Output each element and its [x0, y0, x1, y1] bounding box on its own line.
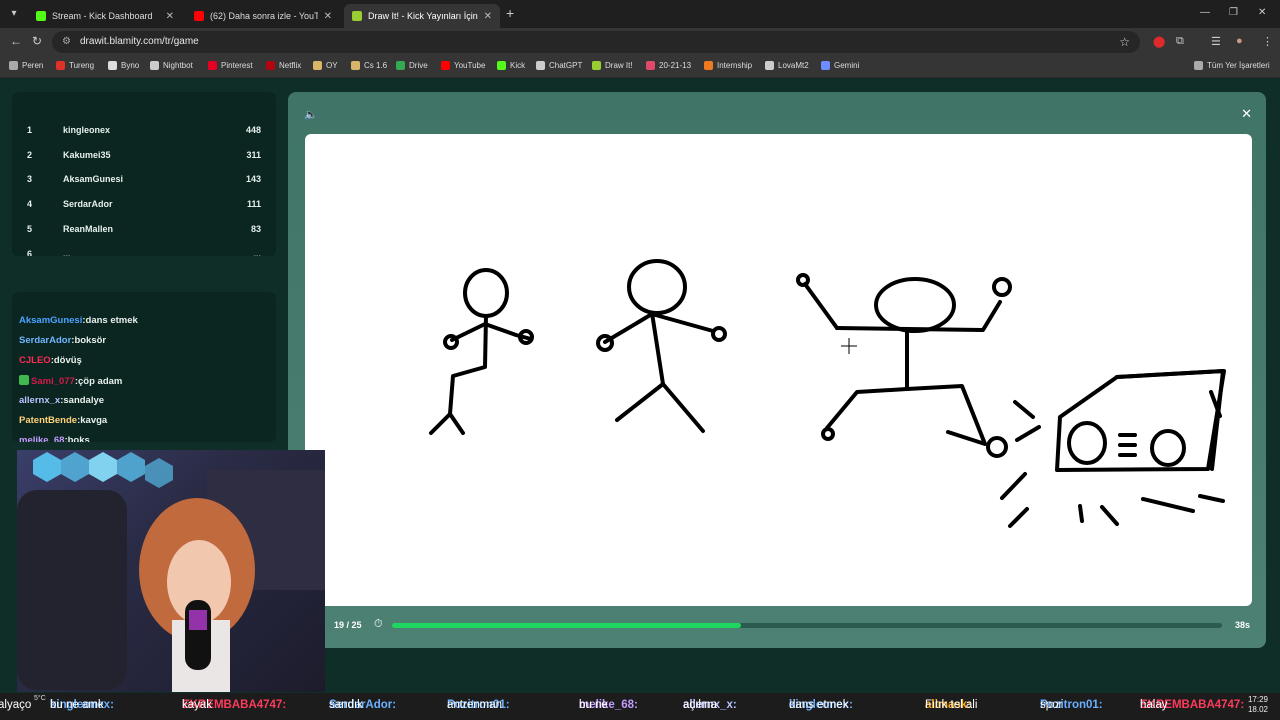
close-tab-icon[interactable]: ✕: [324, 11, 332, 22]
sound-icon[interactable]: 🔈: [304, 108, 318, 121]
reload-icon[interactable]: ↻: [32, 35, 42, 47]
site-info-icon[interactable]: ⚙: [62, 36, 71, 47]
bookmark-item[interactable]: Kick: [497, 61, 525, 70]
draw-it-icon: [352, 11, 362, 21]
close-game-button[interactable]: ✕: [1241, 106, 1252, 122]
browser-tab-bar: ▾ Stream - Kick Dashboard ✕ (62) Daha so…: [0, 0, 1280, 28]
byno-icon: [108, 61, 117, 70]
bookmark-item[interactable]: Pinterest: [208, 61, 253, 70]
tab-kick-dashboard[interactable]: Stream - Kick Dashboard ✕: [28, 4, 182, 28]
leaderboard-row: 2 Kakumei35 311: [27, 150, 261, 160]
kick-icon: [36, 11, 46, 21]
extensions-icon[interactable]: ⧉: [1176, 35, 1184, 48]
close-tab-icon[interactable]: ✕: [484, 11, 492, 22]
profile-avatar[interactable]: ●: [1236, 35, 1243, 47]
bookmark-item[interactable]: Peren: [9, 61, 43, 70]
bookmark-item[interactable]: Cs 1.6: [351, 61, 387, 70]
game-container: 🔈 ✕ 19 / 25 ⏱ 38s: [288, 92, 1266, 648]
leaderboard-row: 3 AksamGunesi 143: [27, 174, 261, 184]
draw-it-icon: [592, 61, 601, 70]
bookmark-item[interactable]: OY: [313, 61, 338, 70]
tab-search-icon[interactable]: ▾: [6, 6, 22, 22]
progress-track: [392, 623, 1222, 628]
reading-list-icon[interactable]: ☰: [1211, 35, 1221, 48]
chat-message: PatentBende:kavga: [19, 415, 108, 426]
chatgpt-icon: [536, 61, 545, 70]
bookmark-item[interactable]: 20-21-13: [646, 61, 691, 70]
leaderboard-row: 5 ReanMallen 83: [27, 224, 261, 234]
timer-icon: ⏱: [374, 618, 383, 630]
close-window-icon[interactable]: ✕: [1258, 7, 1266, 18]
gemini-icon: [821, 61, 830, 70]
leaderboard-row: 1 kingleonex 448: [27, 125, 261, 135]
leaderboard-panel: 1 kingleonex 448 2 Kakumei35 311 3 AksamGunes…: [12, 92, 276, 256]
minimize-icon[interactable]: —: [1200, 7, 1210, 18]
url-text: drawit.blamity.com/tr/game: [80, 36, 199, 47]
drawing: [429, 259, 1226, 528]
bookmark-item[interactable]: Draw It!: [592, 61, 633, 70]
bookmark-item[interactable]: YouTube: [441, 61, 485, 70]
all-bookmarks-folder[interactable]: Tüm Yer İşaretleri: [1194, 61, 1270, 70]
badge-icon: [19, 375, 29, 385]
round-counter: 19 / 25: [334, 620, 362, 630]
browser-toolbar: ← ↻ ⚙ drawit.blamity.com/tr/game ☆ ⬤ ⧉ ☰…: [0, 28, 1280, 56]
leaderboard-row: 6......: [27, 249, 261, 256]
oy-icon: [313, 61, 322, 70]
taskbar: 5°C alyaço kingleonex: bu ne amk EKREMBA…: [0, 693, 1280, 720]
youtube-icon: [194, 11, 204, 21]
chat-message: CJLEO:dövüş: [19, 355, 82, 366]
folder-icon: [1194, 61, 1203, 70]
bookmark-item[interactable]: Nightbot: [150, 61, 193, 70]
internship-icon: [704, 61, 713, 70]
chat-message: Sami_077:çöp adam: [19, 375, 122, 387]
tab-youtube[interactable]: (62) Daha sonra izle - YouTube ✕: [186, 4, 340, 28]
bookmark-item[interactable]: Byno: [108, 61, 139, 70]
bookmark-item[interactable]: Netflix: [266, 61, 301, 70]
folder-icon: [9, 61, 18, 70]
tab-draw-it[interactable]: Draw It! - Kick Yayınları İçin Çiz ✕: [344, 4, 500, 28]
chat-message: melike_68:boks: [19, 435, 90, 442]
bookmark-item[interactable]: Tureng: [56, 61, 94, 70]
chat-panel: AksamGunesi:dans etmek SerdarAdor:boksör…: [12, 292, 276, 442]
lovamt2-icon: [765, 61, 774, 70]
streamer-image: [17, 452, 325, 692]
restore-icon[interactable]: ❐: [1229, 7, 1238, 18]
bookmark-star-icon[interactable]: ☆: [1119, 35, 1130, 49]
chat-message: SerdarAdor:boksör: [19, 335, 107, 346]
menu-icon[interactable]: ⋮: [1262, 35, 1273, 48]
nightbot-icon: [150, 61, 159, 70]
chat-ticker: alyaço kingleonex: bu ne amk EKREMBABA47…: [0, 699, 1245, 711]
heart-icon: [646, 61, 655, 70]
progress-fill: [392, 623, 741, 628]
drawing-canvas[interactable]: [305, 134, 1252, 606]
bookmarks-bar: Peren Tureng Byno Nightbot Pinterest Net…: [0, 56, 1280, 78]
cs-icon: [351, 61, 360, 70]
leaderboard-row: 4 SerdarAdor 111: [27, 199, 261, 209]
kick-icon: [497, 61, 506, 70]
webcam-feed: [17, 450, 325, 692]
tureng-icon: [56, 61, 65, 70]
bookmark-item[interactable]: Internship: [704, 61, 752, 70]
address-bar[interactable]: ⚙ drawit.blamity.com/tr/game ☆: [52, 31, 1140, 53]
drive-icon: [396, 61, 405, 70]
youtube-icon: [441, 61, 450, 70]
bookmark-item[interactable]: Gemini: [821, 61, 859, 70]
bookmark-item[interactable]: ChatGPT: [536, 61, 582, 70]
chat-message: allernx_x:sandalye: [19, 395, 105, 406]
close-tab-icon[interactable]: ✕: [166, 11, 174, 22]
pinterest-icon: [208, 61, 217, 70]
bookmark-item[interactable]: LovaMt2: [765, 61, 809, 70]
chat-message: AksamGunesi:dans etmek: [19, 315, 138, 326]
netflix-icon: [266, 61, 275, 70]
round-progress: 19 / 25 ⏱ 38s: [320, 618, 1250, 633]
back-icon[interactable]: ←: [10, 35, 22, 47]
extension-icon[interactable]: ⬤: [1153, 35, 1165, 48]
clock[interactable]: 17:29 18.02: [1248, 695, 1268, 715]
new-tab-button[interactable]: +: [506, 6, 514, 20]
time-remaining: 38s: [1234, 620, 1250, 630]
bookmark-item[interactable]: Drive: [396, 61, 428, 70]
